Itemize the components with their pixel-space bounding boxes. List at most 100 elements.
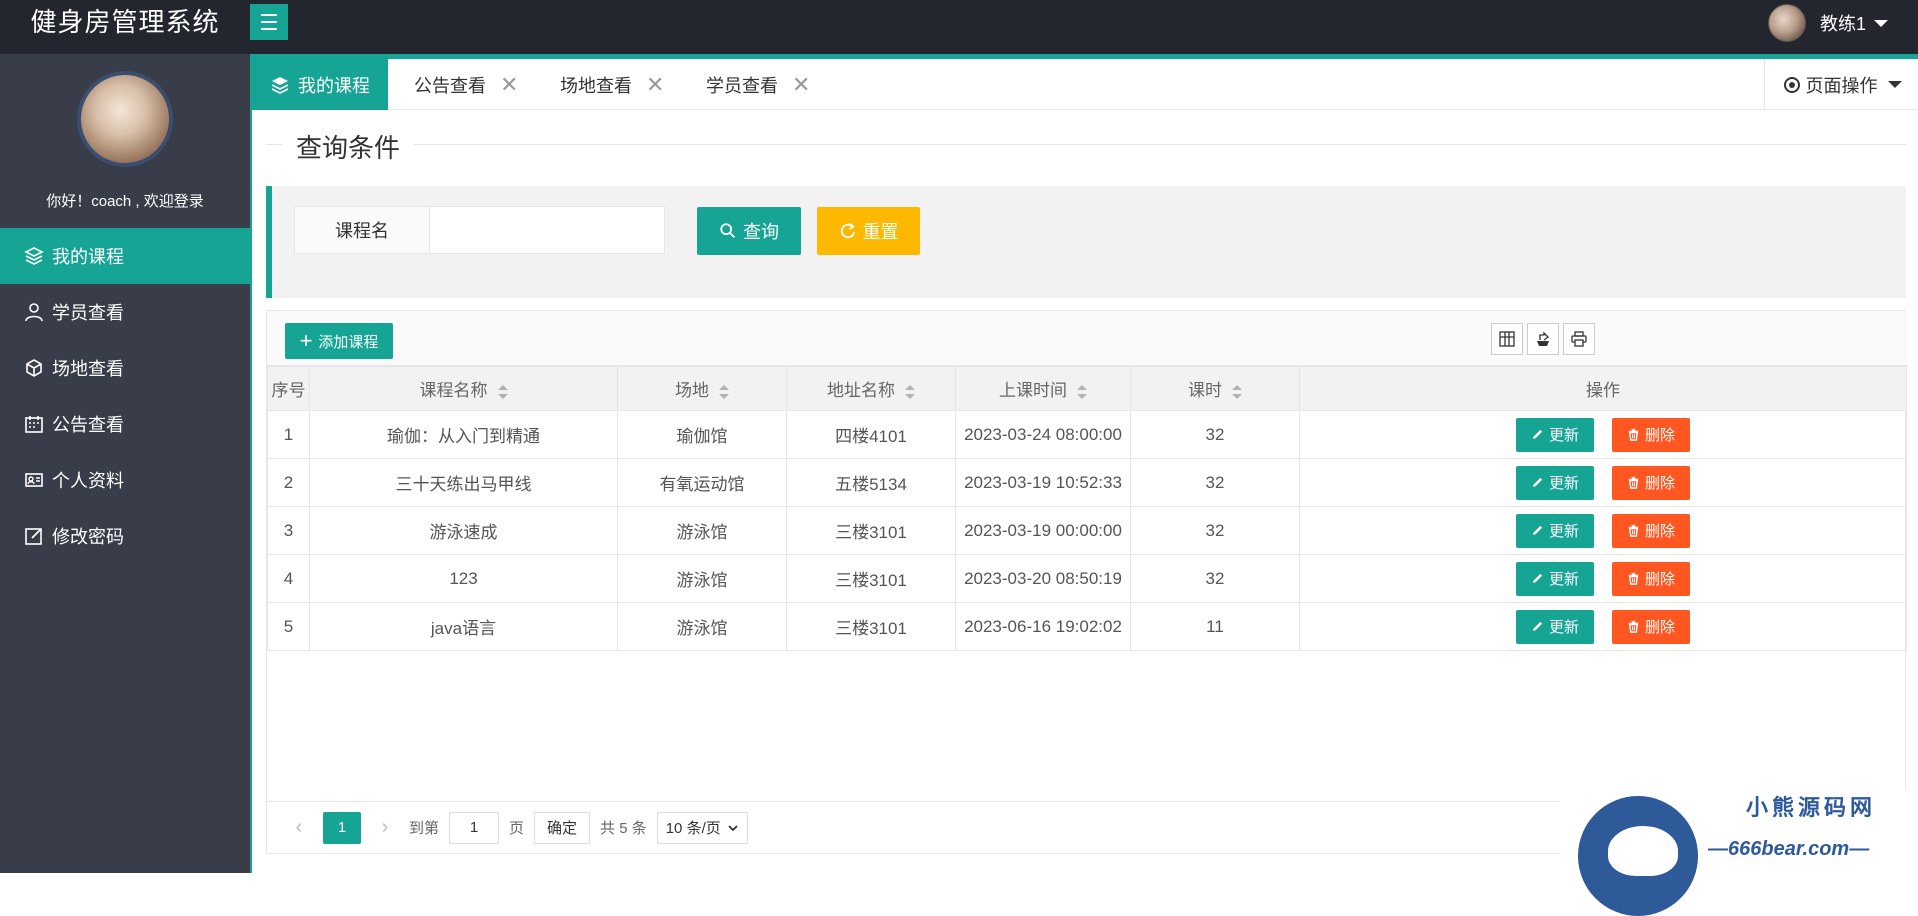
tab-venues[interactable]: 场地查看 ✕	[560, 59, 664, 110]
user-menu[interactable]: 教练1	[1767, 4, 1888, 42]
goto-page-input[interactable]: 1	[449, 811, 500, 844]
sidebar-item-profile[interactable]: 个人资料	[0, 452, 250, 508]
update-button[interactable]: 更新	[1516, 465, 1594, 500]
column-header[interactable]: 课时	[1130, 366, 1300, 411]
delete-label: 删除	[1644, 475, 1675, 492]
table-cell: 2023-03-19 10:52:33	[955, 458, 1131, 507]
print-icon	[1571, 331, 1587, 347]
table-cell: 32	[1130, 410, 1300, 459]
sidebar-item-students[interactable]: 学员查看	[0, 284, 250, 340]
column-header[interactable]: 地址名称	[786, 366, 956, 411]
divider	[266, 144, 1906, 145]
sort-icon[interactable]	[905, 384, 915, 399]
tab-my-courses[interactable]: 我的课程	[252, 59, 388, 110]
trash-icon	[1628, 620, 1639, 633]
tab-bar: 我的课程 公告查看 ✕ 场地查看 ✕ 学员查看 ✕ 页面操作	[252, 54, 1918, 110]
sidebar-item-notices[interactable]: 公告查看	[0, 396, 250, 452]
delete-button[interactable]: 删除	[1612, 609, 1690, 644]
pencil-icon	[1532, 621, 1543, 632]
trash-icon	[1628, 572, 1639, 585]
plus-icon: +	[299, 328, 313, 353]
table-cell: 4	[267, 554, 310, 603]
trash-icon	[1628, 428, 1639, 441]
sidebar-item-change-password[interactable]: 修改密码	[0, 508, 250, 564]
search-button[interactable]: 查询	[697, 207, 801, 255]
sort-icon[interactable]	[1232, 384, 1242, 399]
layers-icon	[271, 76, 289, 94]
table-body: 1 瑜伽：从入门到精通 瑜伽馆 四楼4101 2023-03-24 08:00:00 32…	[267, 410, 1907, 651]
update-label: 更新	[1548, 475, 1579, 492]
table-cell: 2023-06-16 19:02:02	[955, 602, 1131, 651]
page-operations-dropdown[interactable]: 页面操作	[1764, 59, 1918, 110]
tab-students[interactable]: 学员查看 ✕	[706, 59, 810, 110]
next-page-icon[interactable]: ›	[371, 816, 399, 839]
course-name-label: 课程名	[294, 206, 430, 254]
column-header[interactable]: 场地	[617, 366, 787, 411]
app-title: 健身房管理系统	[30, 7, 220, 37]
table-cell: 有氧运动馆	[617, 458, 787, 507]
table-cell-actions: 更新 删除	[1299, 554, 1907, 603]
print-button[interactable]	[1563, 323, 1595, 355]
table-cell: 三楼3101	[786, 554, 956, 603]
table-cell: 2023-03-24 08:00:00	[955, 410, 1131, 459]
refresh-icon	[840, 223, 855, 239]
update-button[interactable]: 更新	[1516, 513, 1594, 548]
pencil-icon	[1532, 525, 1543, 536]
watermark-url: —666bear.com—	[1708, 838, 1870, 860]
columns-icon	[1499, 331, 1515, 347]
columns-filter-button[interactable]	[1491, 323, 1523, 355]
chevron-down-icon	[1887, 81, 1902, 88]
table-cell: 三楼3101	[786, 602, 956, 651]
export-button[interactable]	[1527, 323, 1559, 355]
table-cell-actions: 更新 删除	[1299, 506, 1907, 555]
trash-icon	[1628, 524, 1639, 537]
reset-button[interactable]: 重置	[817, 207, 920, 255]
table-cell: 1	[267, 410, 310, 459]
search-button-label: 查询	[743, 222, 779, 242]
menu-toggle-button[interactable]	[250, 4, 288, 40]
update-button[interactable]: 更新	[1516, 561, 1594, 596]
tab-notices[interactable]: 公告查看 ✕	[414, 59, 518, 110]
delete-button[interactable]: 删除	[1612, 465, 1690, 500]
current-page[interactable]: 1	[323, 811, 361, 844]
table-cell: 11	[1130, 602, 1300, 651]
sidebar-item-my-courses[interactable]: 我的课程	[0, 228, 250, 284]
bear-logo-icon	[1578, 796, 1698, 916]
per-page-select[interactable]: 10 条/页	[656, 811, 748, 844]
tab-label: 我的课程	[298, 75, 370, 96]
update-label: 更新	[1548, 571, 1579, 588]
sidebar: 你好！coach , 欢迎登录 我的课程 学员查看 场地查看 公告查看 个人资料…	[0, 54, 250, 873]
table-header-row: 序号 课程名称 场地 地址名称 上课时间 课时 操作	[267, 366, 1907, 411]
delete-button[interactable]: 删除	[1612, 417, 1690, 452]
sort-icon[interactable]	[497, 384, 508, 399]
goto-confirm-button[interactable]: 确定	[534, 811, 591, 844]
table-cell: 32	[1130, 506, 1300, 555]
table-cell: 瑜伽：从入门到精通	[309, 410, 618, 459]
sort-icon[interactable]	[719, 384, 729, 399]
prev-page-icon[interactable]: ‹	[285, 816, 313, 839]
delete-label: 删除	[1644, 427, 1675, 444]
close-icon[interactable]: ✕	[500, 72, 518, 98]
course-name-input[interactable]	[429, 206, 665, 254]
add-course-button[interactable]: + 添加课程	[285, 323, 393, 359]
query-legend: 查询条件	[282, 128, 415, 165]
column-header[interactable]: 课程名称	[309, 366, 618, 411]
table-cell: 五楼5134	[786, 458, 956, 507]
sidebar-item-venues[interactable]: 场地查看	[0, 340, 250, 396]
per-page-value: 10 条/页	[665, 820, 721, 837]
sidebar-item-label: 个人资料	[52, 471, 124, 491]
table-cell: 2	[267, 458, 310, 507]
delete-button[interactable]: 删除	[1612, 561, 1690, 596]
close-icon[interactable]: ✕	[792, 72, 810, 98]
watermark-name: 小熊源码网	[1746, 795, 1877, 820]
column-header[interactable]: 上课时间	[955, 366, 1131, 411]
table-cell: 123	[309, 554, 618, 603]
search-icon	[720, 223, 735, 238]
update-button[interactable]: 更新	[1516, 417, 1594, 452]
delete-button[interactable]: 删除	[1612, 513, 1690, 548]
page-operations-label: 页面操作	[1805, 75, 1878, 96]
close-icon[interactable]: ✕	[646, 72, 664, 98]
sort-icon[interactable]	[1077, 384, 1087, 399]
update-button[interactable]: 更新	[1516, 609, 1594, 644]
tab-label: 场地查看	[560, 75, 632, 96]
